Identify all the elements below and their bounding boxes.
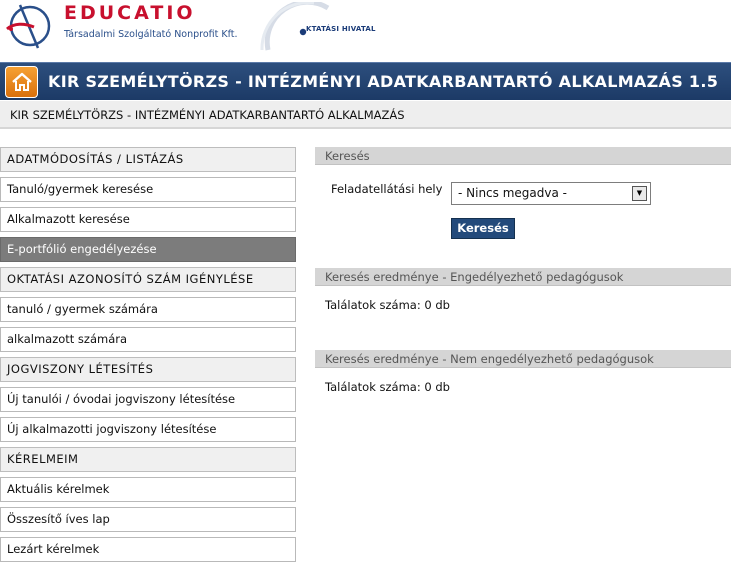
feladatellatasi-hely-label: Feladatellátási hely: [331, 182, 443, 196]
home-button[interactable]: [5, 66, 38, 98]
oktatasi-hivatal-name: KTATÁSI HIVATAL: [306, 25, 376, 33]
sidebar-item-uj-tanuloi-jogviszony[interactable]: Új tanulói / óvodai jogviszony létesítés…: [0, 387, 296, 412]
feladatellatasi-hely-select[interactable]: - Nincs megadva - ▼: [451, 182, 651, 205]
house-icon: [11, 72, 32, 91]
sidebar-item-osszesito-ives-lap[interactable]: Összesítő íves lap: [0, 507, 296, 532]
educatio-subtitle: Társadalmi Szolgáltató Nonprofit Kft.: [64, 29, 238, 40]
search-form: Feladatellátási hely - Nincs megadva - ▼…: [315, 165, 731, 268]
select-value: - Nincs megadva -: [458, 186, 567, 200]
search-heading: Keresés: [315, 147, 731, 165]
sidebar-section-kerelmeim: KÉRELMEIM: [0, 447, 296, 472]
search-button[interactable]: Keresés: [451, 218, 515, 239]
educatio-logo-icon: [6, 4, 51, 49]
sidebar-item-alkalmazott-kereses[interactable]: Alkalmazott keresése: [0, 207, 296, 232]
sidebar-menu: ADATMÓDOSÍTÁS / LISTÁZÁS Tanuló/gyermek …: [0, 147, 296, 567]
sidebar-item-eportfolio[interactable]: E-portfólió engedélyezése: [0, 237, 296, 262]
sidebar-item-uj-alkalmazotti-jogviszony[interactable]: Új alkalmazotti jogviszony létesítése: [0, 417, 296, 442]
logo-bar: EDUCATIO Társadalmi Szolgáltató Nonprofi…: [0, 0, 731, 60]
triangle-down-icon[interactable]: ▼: [632, 186, 647, 201]
breadcrumb-text[interactable]: KIR SZEMÉLYTÖRZS - INTÉZMÉNYI ADATKARBAN…: [10, 108, 405, 122]
not-approvable-results-heading: Keresés eredménye - Nem engedélyezhető p…: [315, 350, 731, 368]
approvable-results-count: Találatok száma: 0 db: [325, 298, 450, 312]
not-approvable-results-count: Találatok száma: 0 db: [325, 380, 450, 394]
breadcrumb: KIR SZEMÉLYTÖRZS - INTÉZMÉNYI ADATKARBAN…: [0, 101, 731, 129]
main-content: Keresés Feladatellátási hely - Nincs meg…: [315, 147, 731, 422]
sidebar-item-aktualis-kerelmek[interactable]: Aktuális kérelmek: [0, 477, 296, 502]
sidebar-item-lezart-kerelmek[interactable]: Lezárt kérelmek: [0, 537, 296, 562]
sidebar-item-tanulo-szamara[interactable]: tanuló / gyermek számára: [0, 297, 296, 322]
sidebar-section-azonosito-igenyles: OKTATÁSI AZONOSÍTÓ SZÁM IGÉNYLÉSE: [0, 267, 296, 292]
sidebar-item-tanulo-kereses[interactable]: Tanuló/gyermek keresése: [0, 177, 296, 202]
title-bar: KIR SZEMÉLYTÖRZS - INTÉZMÉNYI ADATKARBAN…: [0, 62, 731, 100]
sidebar-section-adatmodositas: ADATMÓDOSÍTÁS / LISTÁZÁS: [0, 147, 296, 172]
educatio-name: EDUCATIO: [64, 2, 196, 24]
approvable-results-heading: Keresés eredménye - Engedélyezhető pedag…: [315, 268, 731, 286]
sidebar-section-jogviszony: JOGVISZONY LÉTESÍTÉS: [0, 357, 296, 382]
sidebar-item-alkalmazott-szamara[interactable]: alkalmazott számára: [0, 327, 296, 352]
app-title: KIR SZEMÉLYTÖRZS - INTÉZMÉNYI ADATKARBAN…: [48, 72, 719, 91]
